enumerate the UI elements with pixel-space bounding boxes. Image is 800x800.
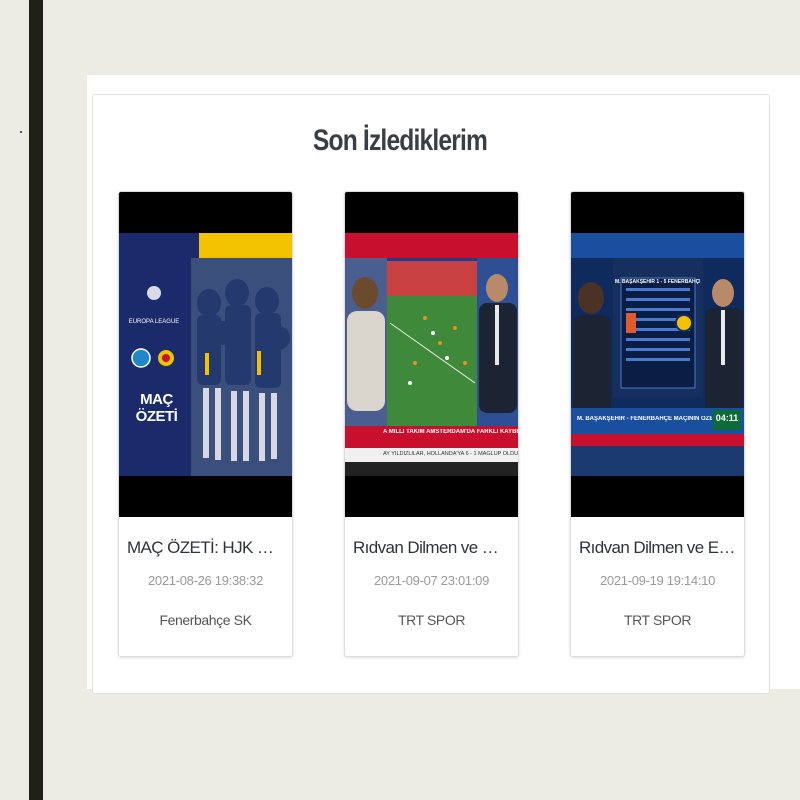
- video-thumbnail[interactable]: M. BAŞAKŞEHİR 1 - 5 FENERBAHÇE M. BAŞAKŞ…: [571, 192, 744, 517]
- video-title[interactable]: MAÇ ÖZETİ: HJK Helsinki 2-5...: [127, 538, 284, 558]
- video-title[interactable]: Rıdvan Dilmen ve Erbatur...: [579, 538, 736, 558]
- thumbnail-image-trt-analysis: [571, 233, 744, 476]
- thumbnail-image-trt-studio: [345, 233, 518, 476]
- thumb-badge: EUROPA LEAGUE: [129, 319, 180, 325]
- thumb-score: M. BAŞAKŞEHİR 1 - 5 FENERBAHÇE: [615, 279, 700, 285]
- video-thumbnail[interactable]: EUROPA LEAGUE MAÇ ÖZETİ: [119, 192, 292, 517]
- video-thumbnail[interactable]: A MİLLİ TAKIM AMSTERDAM'DA FARKLI KAYBET…: [345, 192, 518, 517]
- watched-date: 2021-09-07 23:01:09: [373, 573, 489, 588]
- video-card[interactable]: M. BAŞAKŞEHİR 1 - 5 FENERBAHÇE M. BAŞAKŞ…: [570, 191, 745, 657]
- video-title[interactable]: Rıdvan Dilmen ve Özgür Buzba...: [353, 538, 510, 558]
- thumb-caption: MAÇ ÖZETİ: [135, 391, 178, 425]
- channel-name[interactable]: TRT SPOR: [345, 612, 518, 628]
- watched-date: 2021-09-19 19:14:10: [599, 573, 715, 588]
- watched-date: 2021-08-26 19:38:32: [147, 573, 263, 588]
- page-title: Son İzlediklerim: [312, 124, 488, 157]
- thumbnail-image-fenerbahce: EUROPA LEAGUE: [119, 233, 292, 476]
- channel-name[interactable]: Fenerbahçe SK: [119, 612, 292, 628]
- channel-name[interactable]: TRT SPOR: [571, 612, 744, 628]
- thumb-time: 04:11: [715, 413, 739, 423]
- thumb-headline: A MİLLİ TAKIM AMSTERDAM'DA FARKLI KAYBET…: [383, 429, 518, 435]
- thumb-headline: M. BAŞAKŞEHİR - FENERBAHÇE MAÇININ ÖZETİ: [577, 416, 712, 422]
- video-card[interactable]: EUROPA LEAGUE MAÇ ÖZETİ MAÇ ÖZETİ: HJK H…: [118, 191, 293, 657]
- decorative-dot: [20, 131, 22, 133]
- left-sidebar-strip: [29, 0, 43, 800]
- video-card[interactable]: A MİLLİ TAKIM AMSTERDAM'DA FARKLI KAYBET…: [344, 191, 519, 657]
- thumb-subline: AY YILDIZLILAR, HOLLANDA'YA 6 - 1 MAĞLUP…: [383, 451, 518, 457]
